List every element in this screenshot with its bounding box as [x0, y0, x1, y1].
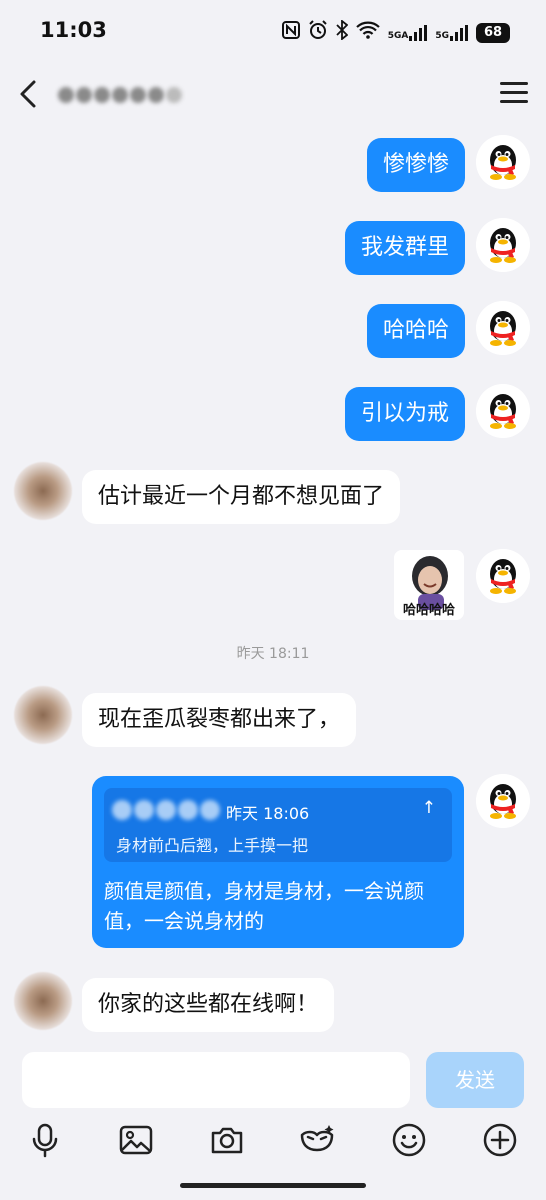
- mask-icon[interactable]: [299, 1122, 335, 1158]
- message-bubble-sent[interactable]: 哈哈哈: [366, 304, 465, 358]
- message-bubble-sent[interactable]: 引以为戒: [344, 387, 465, 441]
- alarm-icon: [308, 20, 328, 45]
- message-text: 你家的这些都在线啊！: [98, 992, 319, 1017]
- sticker-caption: 哈哈哈哈: [402, 603, 455, 618]
- quoted-text: 身材前凸后翘，上手摸一把: [116, 836, 309, 855]
- composer-toolbar: [0, 1122, 546, 1166]
- emoji-icon[interactable]: [391, 1122, 427, 1158]
- contact-avatar[interactable]: [14, 972, 72, 1030]
- battery-indicator: 68: [476, 22, 510, 43]
- my-avatar[interactable]: [476, 774, 530, 828]
- my-avatar[interactable]: [476, 135, 530, 189]
- back-button[interactable]: [14, 76, 48, 112]
- signal-5ga: 5GA: [387, 24, 428, 41]
- message-text: 引以为戒: [360, 401, 449, 426]
- image-icon[interactable]: [118, 1122, 154, 1158]
- reply-text: 颜值是颜值，身材是身材，一会说颜值，一会说身材的: [104, 879, 424, 933]
- nfc-icon: [281, 21, 300, 44]
- quoted-time: 昨天 18:06: [226, 804, 310, 823]
- sticker-image[interactable]: 哈哈哈哈: [394, 550, 464, 620]
- chevron-left-icon: [20, 80, 36, 108]
- my-avatar[interactable]: [476, 301, 530, 355]
- status-time: 11:03: [40, 18, 107, 42]
- send-button[interactable]: 发送: [426, 1052, 524, 1108]
- chat-header: [0, 62, 546, 128]
- timestamp-divider: 昨天 18:11: [236, 646, 310, 662]
- home-indicator[interactable]: [180, 1183, 366, 1188]
- message-bubble-sent[interactable]: 惨惨惨: [366, 138, 465, 192]
- message-bubble-received[interactable]: 估计最近一个月都不想见面了: [82, 470, 401, 524]
- status-icons: 5GA 5G 68: [281, 19, 510, 45]
- quoted-sender-redacted: [112, 800, 224, 822]
- quoted-message[interactable]: 昨天 18:06 ↑ 身材前凸后翘，上手摸一把: [104, 788, 452, 862]
- message-text: 我发群里: [360, 235, 449, 260]
- message-bubble-sent[interactable]: 我发群里: [344, 221, 465, 275]
- wifi-icon: [355, 21, 380, 44]
- signal-bars-icon: [409, 24, 428, 41]
- my-avatar[interactable]: [476, 549, 530, 603]
- composer: 发送: [0, 1040, 546, 1200]
- camera-icon[interactable]: [209, 1122, 245, 1158]
- message-text: 哈哈哈: [382, 318, 449, 343]
- message-text: 惨惨惨: [382, 152, 449, 177]
- message-bubble-received[interactable]: 现在歪瓜裂枣都出来了，: [82, 693, 357, 747]
- message-text: 估计最近一个月都不想见面了: [98, 484, 385, 509]
- quote-reply-bubble[interactable]: 昨天 18:06 ↑ 身材前凸后翘，上手摸一把 颜值是颜值，身材是身材，一会说颜…: [92, 776, 464, 948]
- signal-label: 5G: [435, 30, 449, 41]
- contact-avatar[interactable]: [14, 462, 72, 520]
- my-avatar[interactable]: [476, 218, 530, 272]
- contact-avatar[interactable]: [14, 686, 72, 744]
- jump-up-icon[interactable]: ↑: [422, 798, 436, 818]
- message-text: 现在歪瓜裂枣都出来了，: [98, 707, 341, 732]
- plus-icon[interactable]: [482, 1122, 518, 1158]
- signal-label: 5GA: [387, 30, 409, 41]
- message-bubble-received[interactable]: 你家的这些都在线啊！: [82, 978, 335, 1032]
- signal-bars-icon: [450, 24, 468, 41]
- chat-title-redacted: [58, 82, 182, 108]
- hamburger-menu-icon: [500, 82, 528, 103]
- menu-button[interactable]: [500, 82, 528, 106]
- my-avatar[interactable]: [476, 384, 530, 438]
- bluetooth-icon: [336, 19, 349, 45]
- microphone-icon[interactable]: [27, 1122, 63, 1158]
- message-input[interactable]: [22, 1052, 410, 1108]
- signal-5g: 5G: [435, 24, 468, 41]
- status-bar: 11:03 5GA 5G 68: [0, 0, 546, 62]
